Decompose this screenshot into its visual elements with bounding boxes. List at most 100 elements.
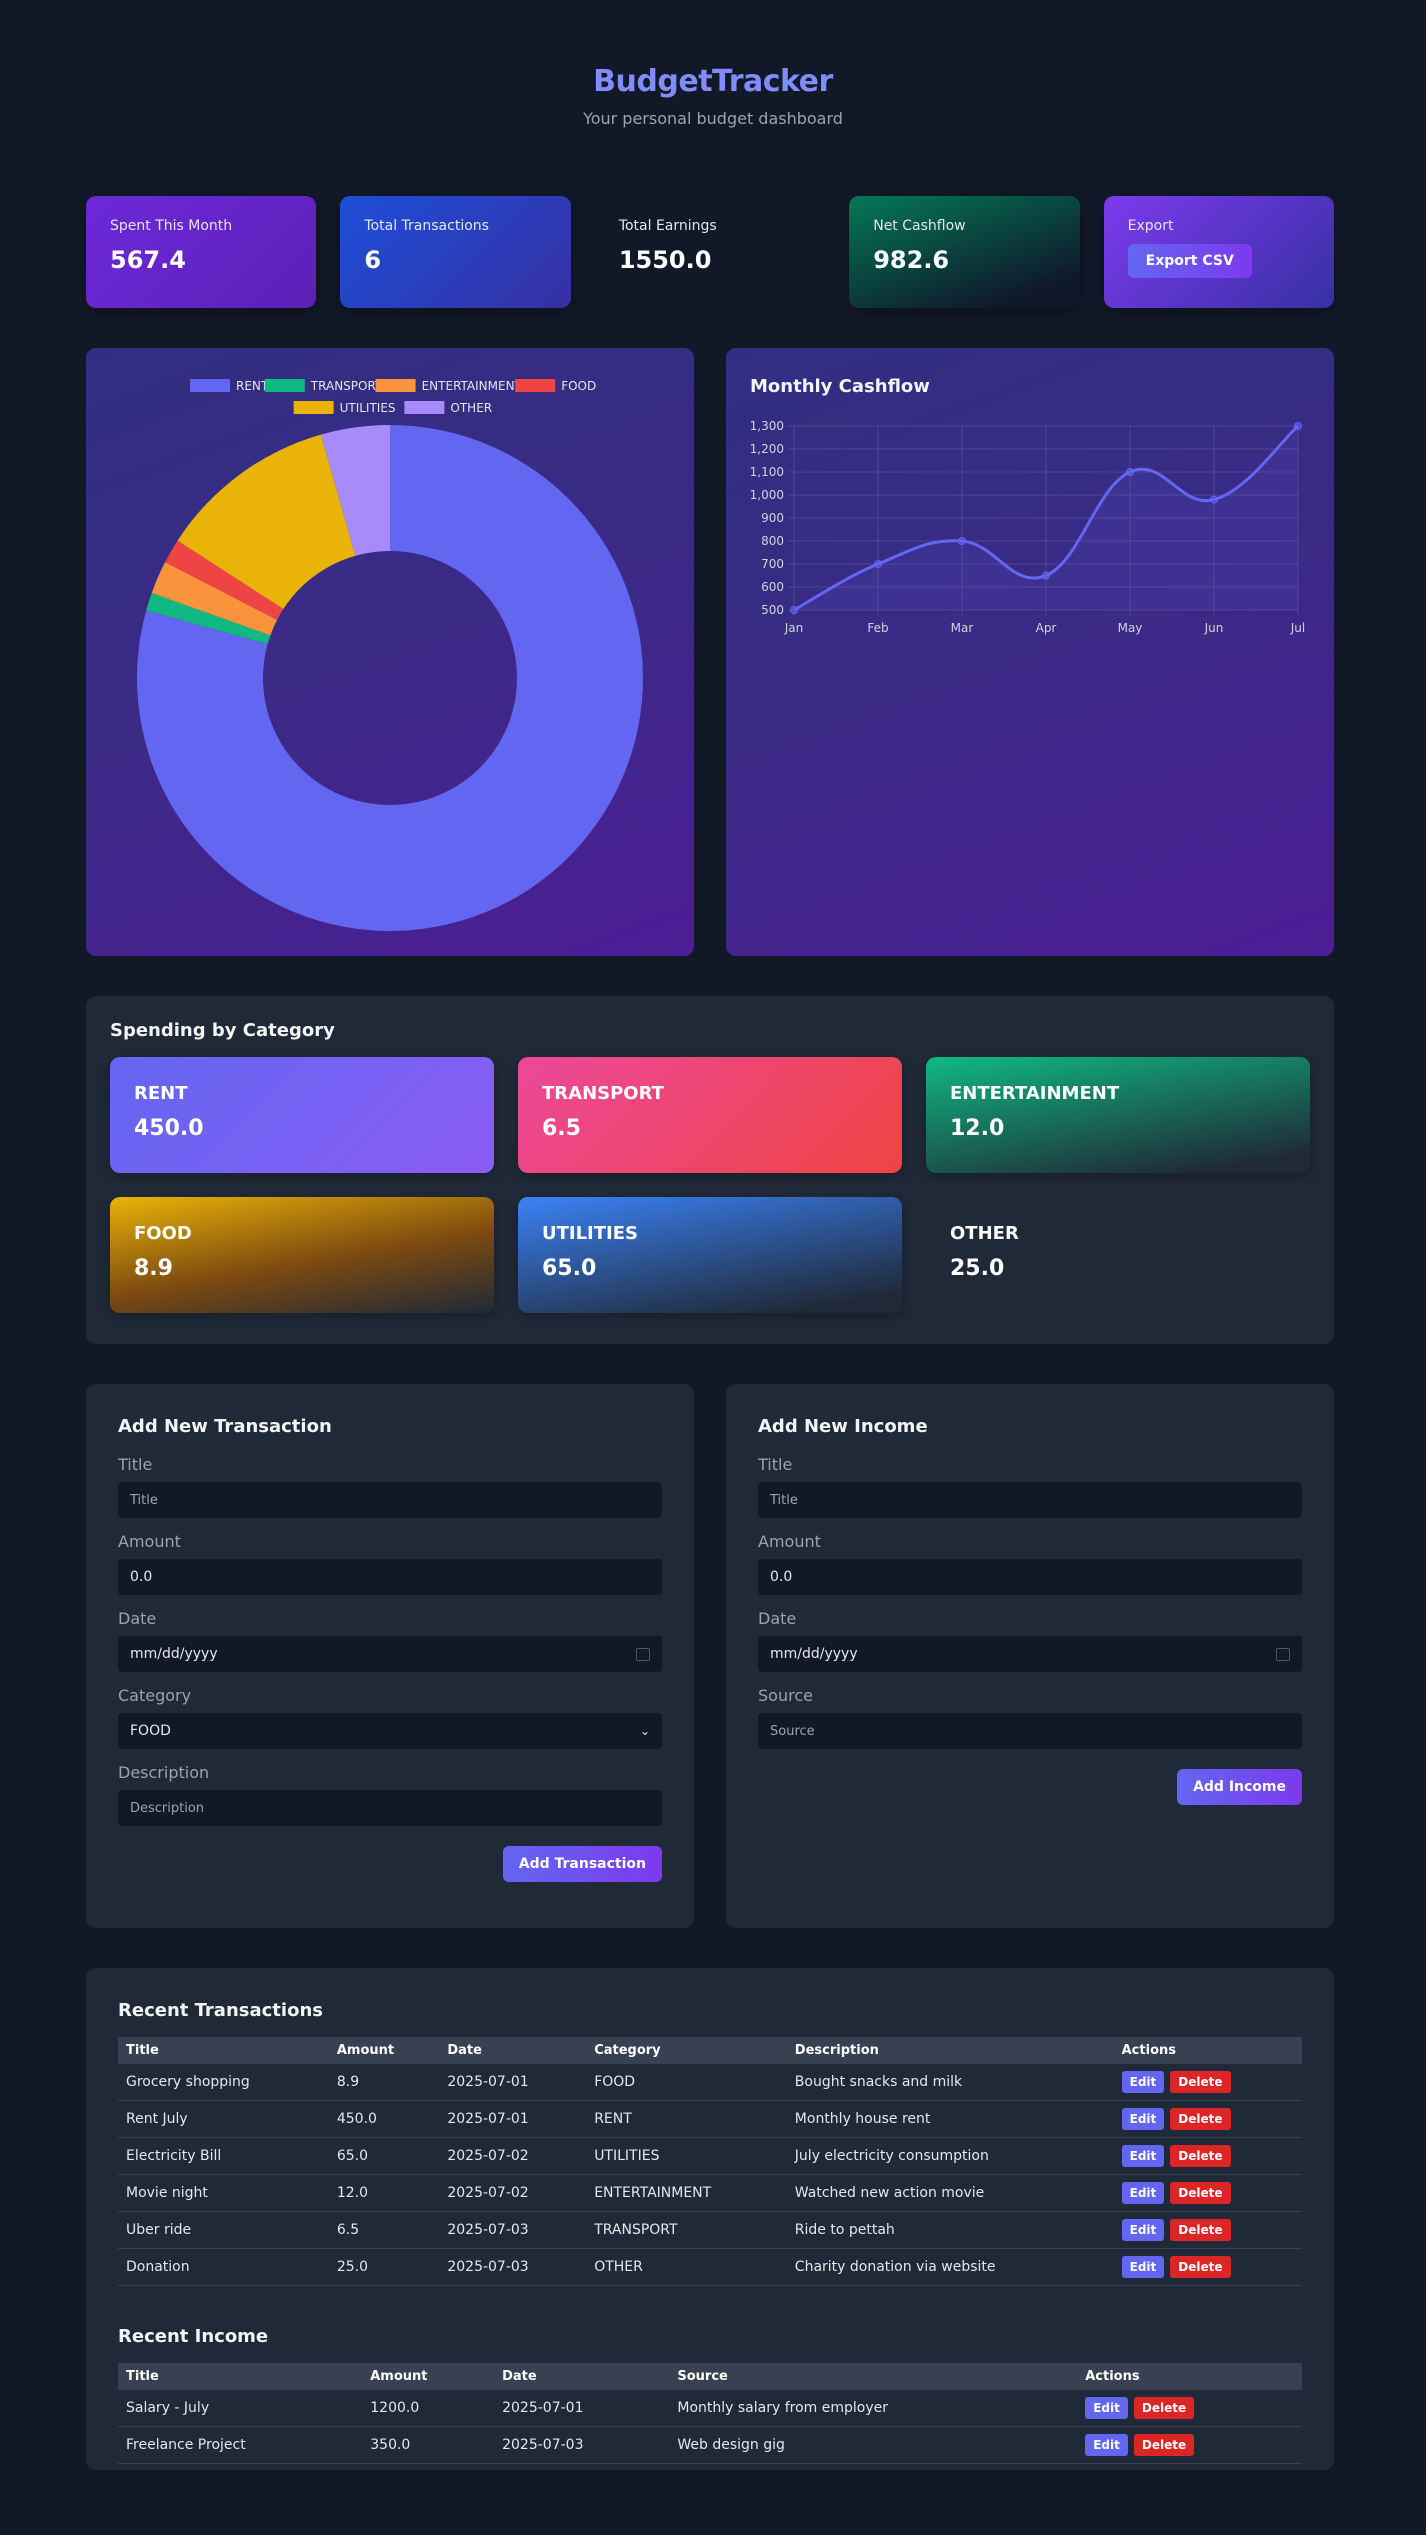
transaction-description-input[interactable] — [118, 1790, 662, 1826]
date-label: Date — [758, 1609, 797, 1628]
actions-cell: Edit Delete — [1113, 2248, 1302, 2286]
table-row: Freelance Project 350.0 2025-07-03 Web desi… — [118, 2426, 1302, 2464]
x-tick-label: Apr — [1036, 621, 1057, 635]
transactions-table-body: Grocery shopping 8.9 2025-07-01 FOOD Bought … — [118, 2064, 1302, 2286]
delete-button[interactable]: Delete — [1133, 2397, 1195, 2419]
export-label: Export — [1127, 218, 1174, 234]
cashflow-point[interactable] — [1042, 571, 1050, 580]
table-cell: Bought snacks and milk — [786, 2064, 1114, 2101]
delete-button[interactable]: Delete — [1170, 2256, 1231, 2278]
transactions-table: Title Amount Date Category Description Action… — [118, 2037, 1302, 2286]
income-date-input[interactable]: mm/dd/yyyy — [758, 1636, 1302, 1672]
cashflow-point[interactable] — [790, 606, 798, 614]
column-header: Title — [118, 2037, 329, 2064]
cashflow-point[interactable] — [1294, 422, 1302, 430]
legend-label[interactable]: TRANSPORT — [310, 379, 383, 393]
edit-button[interactable]: Edit — [1121, 2108, 1165, 2130]
edit-button[interactable]: Edit — [1121, 2256, 1165, 2278]
table-row: Uber ride 6.5 2025-07-03 TRANSPORT Ride to p… — [118, 2211, 1302, 2249]
legend-label[interactable]: ENTERTAINMENT — [422, 379, 523, 393]
table-cell: 8.9 — [328, 2064, 440, 2101]
add-transaction-button[interactable]: Add Transaction — [502, 1846, 662, 1882]
legend-label[interactable]: RENT — [236, 379, 269, 393]
transaction-category-select[interactable]: FOOD ⌄ — [118, 1713, 662, 1749]
delete-button[interactable]: Delete — [1170, 2108, 1231, 2130]
transaction-date-input[interactable]: mm/dd/yyyy — [118, 1636, 662, 1672]
actions-cell: Edit Delete — [1113, 2064, 1302, 2101]
add-income-form: Add New Income Title Amount 0.0 Date mm/… — [726, 1384, 1334, 1928]
date-value: mm/dd/yyyy — [770, 1646, 858, 1662]
edit-button[interactable]: Edit — [1085, 2397, 1128, 2419]
cashflow-point[interactable] — [1210, 495, 1218, 504]
y-tick-label: 600 — [761, 580, 784, 594]
income-title-input[interactable] — [758, 1482, 1302, 1518]
amount-value: 0.0 — [770, 1569, 793, 1585]
delete-button[interactable]: Delete — [1170, 2219, 1231, 2241]
actions-cell: Edit Delete — [1077, 2426, 1302, 2464]
calendar-icon[interactable] — [1276, 1647, 1290, 1661]
description-label: Description — [118, 1763, 210, 1782]
legend-label[interactable]: UTILITIES — [340, 401, 396, 415]
income-amount-input[interactable]: 0.0 — [758, 1559, 1302, 1595]
category-card-rent: RENT 450.0 — [110, 1057, 494, 1173]
column-header: Actions — [1113, 2037, 1302, 2064]
legend-label[interactable]: OTHER — [450, 401, 492, 415]
y-tick-label: 500 — [761, 603, 784, 617]
table-cell: TRANSPORT — [586, 2211, 787, 2249]
table-cell: 25.0 — [328, 2248, 440, 2286]
legend-swatch — [515, 379, 556, 392]
stat-spent-this-month: Spent This Month 567.4 — [86, 196, 317, 308]
category-amount: 8.9 — [134, 1256, 173, 1281]
edit-button[interactable]: Edit — [1121, 2071, 1165, 2093]
stat-value: 982.6 — [873, 246, 950, 274]
y-tick-label: 1,300 — [750, 419, 784, 433]
x-tick-label: Jun — [1204, 621, 1224, 635]
cashflow-point[interactable] — [874, 560, 882, 568]
stat-label: Total Transactions — [364, 218, 489, 234]
table-cell: 65.0 — [328, 2137, 440, 2175]
table-row: Rent July 450.0 2025-07-01 RENT Monthly hous… — [118, 2100, 1302, 2138]
recent-income-title: Recent Income — [118, 2326, 269, 2347]
column-header: Amount — [362, 2363, 495, 2390]
y-tick-label: 1,000 — [750, 488, 784, 502]
table-cell: Uber ride — [118, 2211, 329, 2249]
cashflow-point[interactable] — [1126, 468, 1134, 476]
edit-button[interactable]: Edit — [1121, 2182, 1165, 2204]
category-card-transport: TRANSPORT 6.5 — [518, 1057, 902, 1173]
column-header: Title — [118, 2363, 363, 2390]
table-cell: RENT — [586, 2100, 787, 2138]
table-cell: Grocery shopping — [118, 2064, 329, 2101]
delete-button[interactable]: Delete — [1170, 2145, 1231, 2167]
income-source-input[interactable] — [758, 1713, 1302, 1749]
source-label: Source — [758, 1686, 813, 1705]
delete-button[interactable]: Delete — [1170, 2182, 1231, 2204]
table-row: Grocery shopping 8.9 2025-07-01 FOOD Bought … — [118, 2064, 1302, 2101]
delete-button[interactable]: Delete — [1133, 2434, 1195, 2456]
calendar-icon[interactable] — [636, 1647, 650, 1661]
y-tick-label: 1,100 — [750, 465, 784, 479]
legend-swatch — [375, 379, 416, 392]
legend-label[interactable]: FOOD — [561, 379, 596, 393]
transaction-title-input[interactable] — [118, 1482, 662, 1518]
edit-button[interactable]: Edit — [1121, 2145, 1165, 2167]
delete-button[interactable]: Delete — [1170, 2071, 1231, 2093]
table-cell: Movie night — [118, 2174, 329, 2212]
transaction-amount-input[interactable]: 0.0 — [118, 1559, 662, 1595]
category-name: ENTERTAINMENT — [950, 1083, 1120, 1104]
add-income-button[interactable]: Add Income — [1177, 1769, 1302, 1805]
add-transaction-form: Add New Transaction Title Amount 0.0 Dat… — [86, 1384, 694, 1928]
export-card: Export Export CSV — [1103, 196, 1335, 308]
x-tick-label: Feb — [867, 621, 888, 635]
app-subtitle: Your personal budget dashboard — [583, 109, 843, 128]
edit-button[interactable]: Edit — [1085, 2434, 1128, 2456]
table-cell: 2025-07-03 — [439, 2211, 587, 2249]
cashflow-point[interactable] — [958, 537, 966, 545]
edit-button[interactable]: Edit — [1121, 2219, 1165, 2241]
stats-row: Spent This Month 567.4 Total Transaction… — [86, 196, 1335, 308]
table-cell: Salary - July — [118, 2390, 363, 2427]
category-card-utilities: UTILITIES 65.0 — [518, 1197, 902, 1313]
table-cell: 450.0 — [328, 2100, 440, 2138]
x-tick-label: Jul — [1290, 621, 1305, 635]
export-csv-button[interactable]: Export CSV — [1127, 244, 1252, 278]
x-tick-label: Jan — [784, 621, 804, 635]
